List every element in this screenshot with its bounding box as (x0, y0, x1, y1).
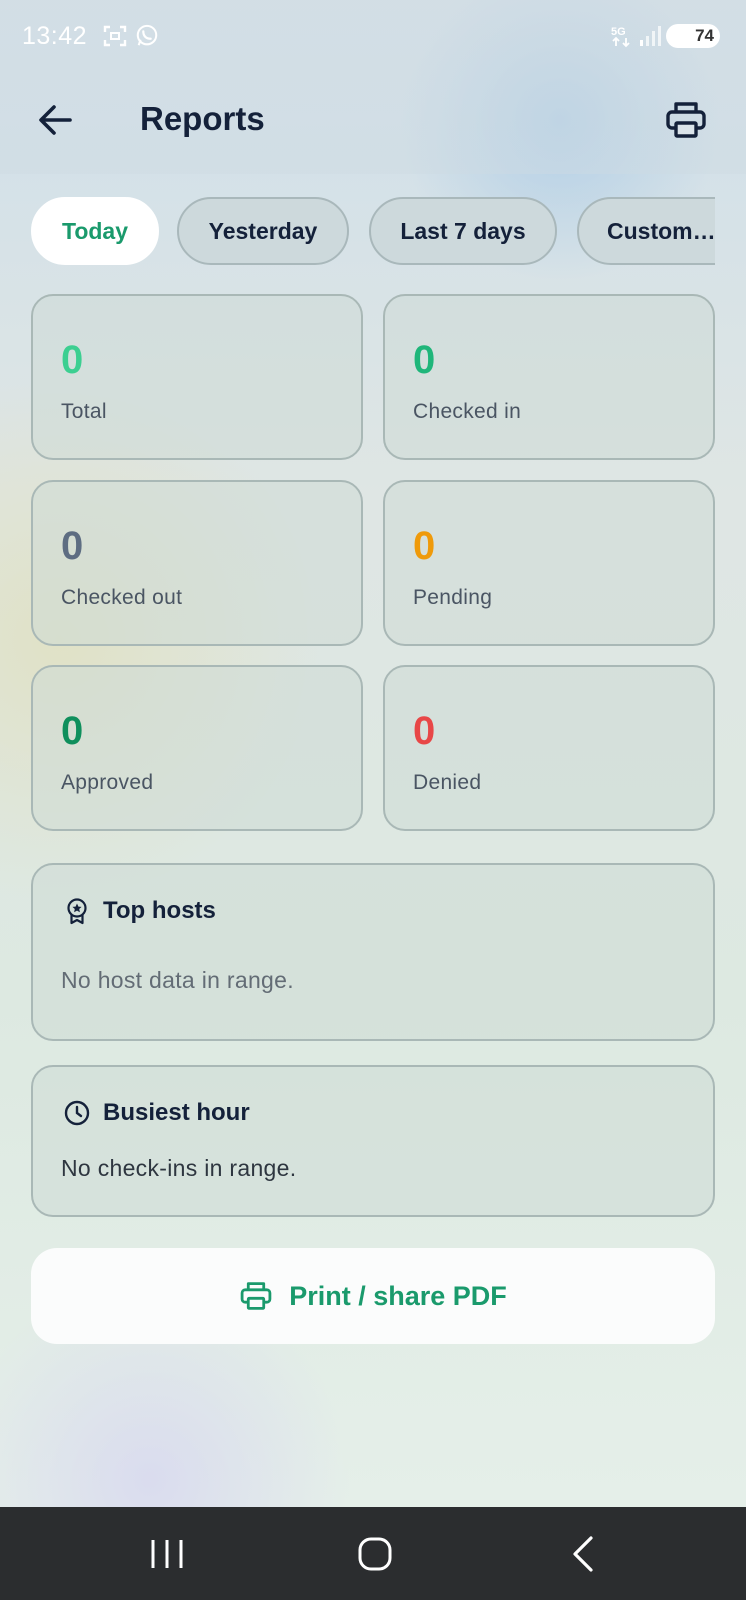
stat-label: Pending (413, 586, 493, 609)
stat-label: Approved (61, 771, 154, 794)
tab-last-7-days[interactable]: Last 7 days (369, 197, 557, 265)
home-icon[interactable] (345, 1529, 405, 1579)
top-hosts-empty-text: No host data in range. (61, 967, 294, 993)
page-title: Reports (140, 100, 265, 137)
whatsapp-icon (136, 24, 158, 46)
busiest-hour-card: Busiest hour No check-ins in range. (31, 1065, 715, 1217)
printer-icon[interactable] (664, 98, 708, 142)
stat-label: Total (61, 400, 107, 423)
signal-icon (640, 26, 661, 46)
tab-yesterday[interactable]: Yesterday (177, 197, 349, 265)
5g-icon: 5G (611, 26, 630, 48)
stat-value: 0 (61, 338, 84, 382)
system-nav-bar (0, 1507, 746, 1600)
stat-card-total: 0 Total (31, 294, 363, 460)
printer-icon (240, 1282, 272, 1310)
stat-value: 0 (413, 338, 436, 382)
stat-value: 0 (61, 709, 84, 753)
stat-card-checked-in: 0 Checked in (383, 294, 715, 460)
top-hosts-card: Top hosts No host data in range. (31, 863, 715, 1041)
app-header: Reports (0, 72, 746, 174)
clock-icon (64, 1100, 90, 1126)
stat-label: Checked out (61, 586, 183, 609)
tab-label: Yesterday (208, 217, 318, 244)
stat-value: 0 (61, 524, 84, 568)
battery-icon: 74 (666, 24, 720, 48)
status-time: 13:42 (22, 22, 88, 50)
print-share-pdf-button[interactable]: Print / share PDF (31, 1248, 715, 1344)
top-hosts-title: Top hosts (103, 897, 216, 924)
tab-custom[interactable]: Custom… (577, 197, 715, 265)
pdf-button-label: Print / share PDF (289, 1280, 507, 1311)
stat-label: Checked in (413, 400, 522, 423)
stat-card-pending: 0 Pending (383, 480, 715, 646)
battery-level: 74 (695, 26, 714, 45)
busiest-hour-empty-text: No check-ins in range. (61, 1155, 297, 1181)
stat-label: Denied (413, 771, 482, 794)
svg-text:5G: 5G (611, 26, 626, 38)
tab-label: Today (61, 217, 129, 244)
recent-apps-icon[interactable] (137, 1529, 197, 1579)
back-nav-icon[interactable] (553, 1529, 613, 1579)
tab-label: Custom… (607, 217, 715, 244)
arrow-left-icon[interactable] (34, 98, 78, 142)
date-range-tabs: Today Yesterday Last 7 days Custom… (31, 197, 715, 267)
stat-card-denied: 0 Denied (383, 665, 715, 831)
stat-card-approved: 0 Approved (31, 665, 363, 831)
tab-label: Last 7 days (400, 217, 526, 244)
busiest-hour-title: Busiest hour (103, 1099, 250, 1126)
status-bar: 13:42 5G 74 (0, 0, 746, 72)
screenshot-icon (103, 25, 127, 47)
stat-card-checked-out: 0 Checked out (31, 480, 363, 646)
stat-value: 0 (413, 524, 436, 568)
tab-today[interactable]: Today (31, 197, 159, 265)
award-badge-icon (67, 898, 87, 925)
stat-value: 0 (413, 709, 436, 753)
